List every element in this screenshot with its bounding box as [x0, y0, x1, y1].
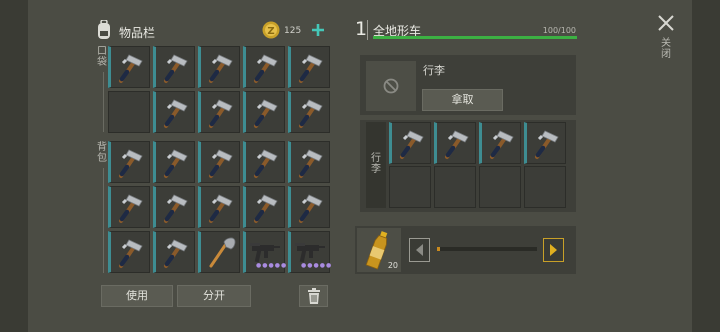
inventory-slot[interactable] [108, 186, 150, 228]
inventory-slot[interactable] [153, 231, 195, 273]
vehicle-index-divider [367, 20, 368, 40]
fuel-count: 20 [387, 261, 398, 270]
fuel-slider[interactable] [437, 247, 537, 251]
coin-icon: Z [262, 21, 280, 39]
trunk-slot[interactable] [479, 166, 521, 208]
trunk-slot[interactable] [524, 122, 566, 164]
inventory-slot[interactable] [288, 91, 330, 133]
fuel-slot[interactable]: 20 [357, 228, 401, 272]
inventory-slot[interactable] [288, 46, 330, 88]
pocket-label: 口袋 [97, 46, 107, 68]
arrow-left-icon [416, 244, 423, 256]
trunk-slot[interactable] [389, 166, 431, 208]
svg-text:Z: Z [267, 26, 274, 37]
inventory-slot[interactable] [243, 186, 285, 228]
vehicle-capacity: 100/100 [542, 26, 576, 35]
inventory-slot[interactable] [153, 186, 195, 228]
inventory-slot[interactable]: ●●●●● [288, 231, 333, 273]
backpack-icon [95, 19, 113, 40]
inventory-slot[interactable] [108, 46, 150, 88]
add-coins-button[interactable] [311, 22, 325, 36]
trunk-slot[interactable] [434, 122, 476, 164]
inventory-slot[interactable] [288, 186, 330, 228]
close-icon [658, 15, 674, 31]
inventory-slot[interactable]: ●●●●● [243, 231, 288, 273]
trunk-label: 行李 [371, 153, 381, 175]
capacity-bar [373, 36, 577, 39]
inventory-slot[interactable] [198, 186, 240, 228]
trash-icon [307, 288, 320, 304]
coin-count: 125 [284, 26, 302, 36]
inventory-slot[interactable] [288, 141, 330, 183]
inventory-slot[interactable] [198, 231, 240, 273]
vehicle-index: 1 [355, 18, 368, 40]
backpack-label: 背包 [97, 142, 107, 164]
take-button[interactable]: 拿取 [422, 89, 503, 111]
fuel-increase-button[interactable] [543, 238, 564, 262]
inventory-slot[interactable] [198, 91, 240, 133]
inventory-slot[interactable] [153, 46, 195, 88]
inventory-slot[interactable] [153, 91, 195, 133]
inventory-slot[interactable] [153, 141, 195, 183]
quality-dots: ●●●●● [256, 262, 288, 269]
inventory-slot[interactable] [243, 46, 285, 88]
trunk-slot[interactable] [524, 166, 566, 208]
inventory-title: 物品栏 [119, 26, 156, 40]
inventory-slot[interactable] [108, 91, 150, 133]
backpack-divider [103, 168, 104, 273]
trunk-slot[interactable] [389, 122, 431, 164]
fuel-slider-fill [437, 247, 440, 251]
inventory-slot[interactable] [108, 141, 150, 183]
capacity-bar-fill [373, 36, 577, 39]
pocket-divider [103, 72, 104, 132]
luggage-image-slot [366, 61, 416, 111]
trash-button[interactable] [299, 285, 328, 307]
close-label: 关闭 [661, 38, 671, 60]
inventory-slot[interactable] [198, 141, 240, 183]
quality-dots: ●●●●● [301, 262, 333, 269]
inventory-slot[interactable] [198, 46, 240, 88]
split-button[interactable]: 分开 [177, 285, 251, 307]
arrow-right-icon [550, 244, 557, 256]
trunk-slot[interactable] [479, 122, 521, 164]
luggage-label: 行李 [423, 64, 445, 77]
inventory-slot[interactable] [243, 91, 285, 133]
use-button[interactable]: 使用 [101, 285, 173, 307]
no-entry-icon [383, 78, 399, 94]
trunk-slot[interactable] [434, 166, 476, 208]
close-button[interactable]: 关闭 [656, 14, 676, 66]
inventory-slot[interactable] [243, 141, 285, 183]
fuel-decrease-button[interactable] [409, 238, 430, 262]
inventory-slot[interactable] [108, 231, 150, 273]
